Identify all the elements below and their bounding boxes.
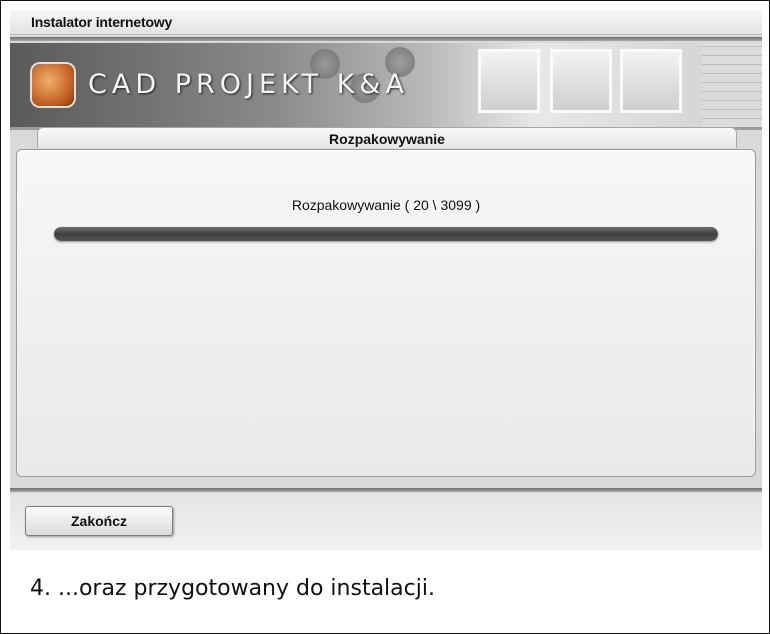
cad-projekt-logo-icon: [32, 64, 74, 106]
footer-separator: [10, 488, 762, 492]
banner-window-pane: [478, 49, 540, 113]
tab-rozpakowywanie: Rozpakowywanie: [37, 127, 737, 148]
figure-caption: 4. ...oraz przygotowany do instalacji.: [30, 576, 435, 601]
header-banner: CAD PROJEKT K&A: [10, 43, 762, 127]
progress-bar: [54, 227, 718, 241]
progress-bar-fill: [54, 227, 718, 241]
header-separator: [10, 37, 762, 41]
finish-button[interactable]: Zakończ: [25, 506, 173, 536]
figure-frame: Instalator internetowy CAD PROJEKT K&A R…: [0, 0, 770, 634]
content-panel: Rozpakowywanie ( 20 \ 3099 ): [16, 149, 756, 477]
installer-window: Instalator internetowy CAD PROJEKT K&A R…: [10, 10, 762, 550]
window-title: Instalator internetowy: [31, 14, 173, 30]
progress-status-text: Rozpakowywanie ( 20 \ 3099 ): [291, 197, 481, 213]
title-bar: Instalator internetowy: [10, 10, 762, 35]
banner-window-pane: [620, 49, 682, 113]
tab-label: Rozpakowywanie: [329, 131, 445, 147]
banner-window-pane: [550, 49, 612, 113]
logo-text: CAD PROJEKT K&A: [88, 69, 409, 100]
banner-brick-wall: [702, 43, 762, 127]
footer-bar: Zakończ: [10, 493, 762, 550]
